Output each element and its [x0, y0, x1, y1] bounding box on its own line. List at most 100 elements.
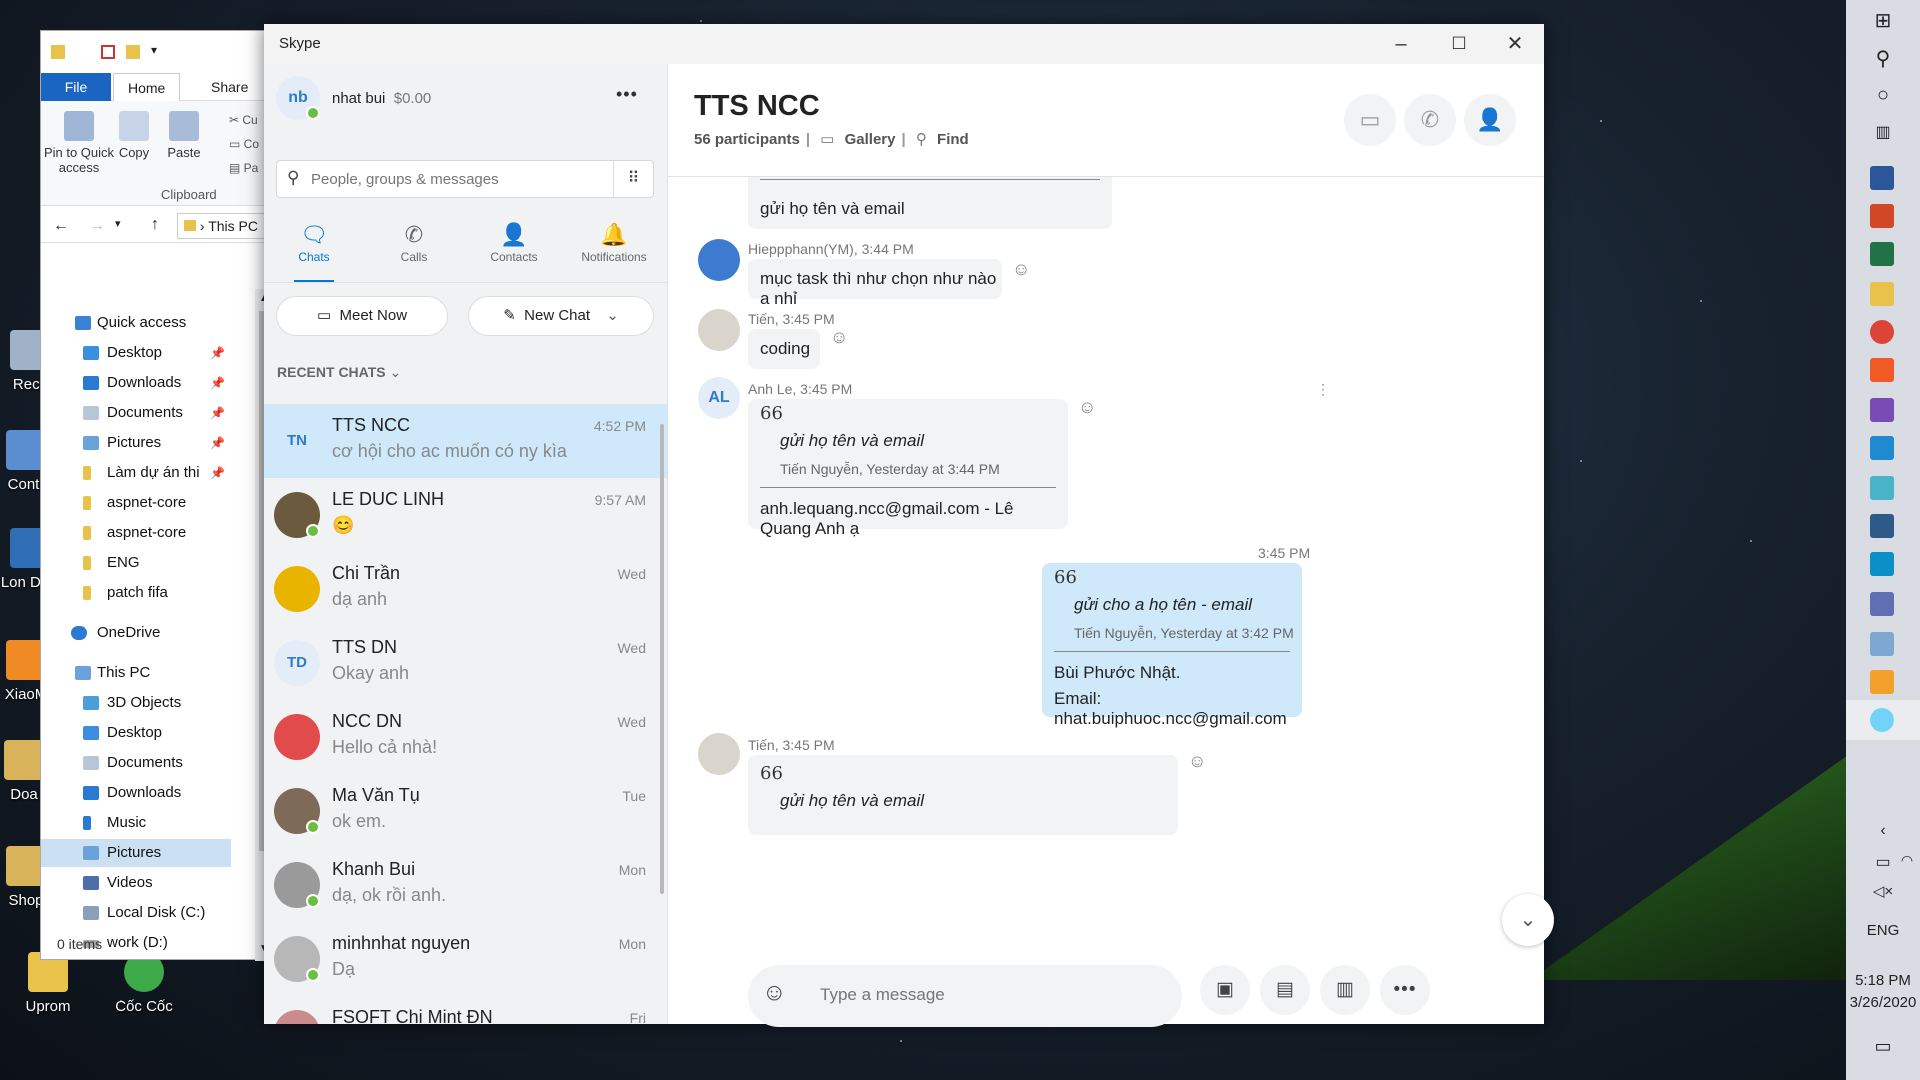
show-hidden-icons[interactable]: ‹ — [1846, 822, 1920, 840]
chat-list-item[interactable]: minhnhat nguyen Dạ Mon — [264, 922, 667, 996]
recent-locations-icon[interactable]: ▾ — [115, 217, 121, 230]
tree-item-folder[interactable]: aspnet-core — [41, 519, 231, 547]
maximize-button[interactable]: ☐ — [1430, 24, 1488, 64]
desktop-icon-coccoc[interactable]: Cốc Cốc — [104, 952, 184, 1015]
desktop-icon-uprom[interactable]: Uprom — [8, 952, 88, 1015]
tree-item-videos[interactable]: Videos — [41, 869, 231, 897]
search-icon[interactable]: ⚲ — [1846, 46, 1920, 71]
smile-icon[interactable]: ☺ — [1188, 751, 1206, 772]
sender-avatar[interactable]: AL — [698, 377, 740, 419]
more-options-icon[interactable]: ⋮ — [1316, 381, 1330, 398]
paste-shortcut-button[interactable]: ▤ Pa — [229, 161, 258, 175]
send-contact-button[interactable]: ▤ — [1260, 965, 1310, 1015]
close-button[interactable]: ✕ — [1486, 24, 1544, 64]
tree-item-local-disk[interactable]: Local Disk (C:) — [41, 899, 231, 927]
tree-item-documents[interactable]: Documents 📌 — [41, 399, 231, 427]
app-icon[interactable] — [1870, 592, 1894, 616]
tree-item-3d-objects[interactable]: 3D Objects — [41, 689, 231, 717]
tab-chats[interactable]: 🗨 Chats — [264, 220, 364, 282]
address-bar[interactable]: › This PC — [177, 213, 271, 239]
dialpad-icon[interactable]: ⠿ — [613, 161, 653, 197]
language-indicator[interactable]: ENG — [1846, 922, 1920, 939]
vscode-icon[interactable] — [1870, 436, 1894, 460]
chat-list-item[interactable]: LE DUC LINH 😊 9:57 AM — [264, 478, 667, 552]
tab-share[interactable]: Share — [197, 73, 262, 101]
message-composer[interactable]: ☺ — [748, 965, 1182, 1027]
chat-list-item[interactable]: TD TTS DN Okay anh Wed — [264, 626, 667, 700]
title-bar[interactable]: Skype – ☐ ✕ — [264, 24, 1544, 64]
tree-item-folder[interactable]: ENG — [41, 549, 231, 577]
chat-list-item[interactable]: Khanh Bui dạ, ok rồi anh. Mon — [264, 848, 667, 922]
powerpoint-icon[interactable] — [1870, 204, 1894, 228]
video-call-button[interactable]: ▭ — [1344, 94, 1396, 146]
file-explorer-icon[interactable] — [1870, 282, 1894, 306]
wifi-icon[interactable]: ◠ — [1870, 852, 1920, 869]
smile-icon[interactable]: ☺ — [1078, 397, 1096, 418]
conversation-title[interactable]: TTS NCC — [694, 90, 820, 123]
sender-avatar[interactable] — [698, 309, 740, 351]
more-actions-button[interactable]: ••• — [1380, 965, 1430, 1015]
action-center-icon[interactable]: ▭ — [1846, 1036, 1920, 1057]
chat-list-item[interactable]: Ma Văn Tụ ok em. Tue — [264, 774, 667, 848]
sharex-icon[interactable] — [1870, 476, 1894, 500]
volume-muted-icon[interactable]: ◁× — [1846, 882, 1920, 900]
tab-notifications[interactable]: 🔔 Notifications — [564, 220, 664, 264]
chrome-icon[interactable] — [1870, 320, 1894, 344]
skype-window[interactable]: Skype – ☐ ✕ nb nhat bui $0.00 ••• ⚲ ⠿ 🗨 … — [264, 24, 1554, 1027]
pin-to-quick-access-button[interactable]: Pin to Quick access — [43, 111, 115, 175]
tree-item-folder[interactable]: aspnet-core — [41, 489, 231, 517]
emoji-icon[interactable]: ☺ — [762, 979, 787, 1007]
paste-button[interactable]: Paste — [159, 111, 209, 160]
visual-studio-icon[interactable] — [1870, 398, 1894, 422]
forward-icon[interactable]: → — [89, 217, 105, 235]
tree-item-downloads[interactable]: Downloads — [41, 779, 231, 807]
tab-home[interactable]: Home — [113, 73, 181, 101]
scroll-to-bottom-button[interactable]: ⌄ — [1502, 894, 1554, 946]
message-bubble[interactable]: 66 gửi họ tên và email — [748, 755, 1178, 835]
message-bubble[interactable]: mục task thì như chọn như nào a nhỉ — [748, 259, 1002, 308]
tree-item-quick-access[interactable]: Quick access — [41, 309, 231, 337]
task-view-icon[interactable]: ▥ — [1846, 122, 1920, 142]
copy-button[interactable]: Copy — [109, 111, 159, 160]
brave-icon[interactable] — [1870, 358, 1894, 382]
tab-file[interactable]: File — [41, 73, 111, 101]
gallery-link[interactable]: Gallery — [845, 131, 896, 148]
tree-item-this-pc[interactable]: This PC — [41, 659, 231, 687]
chat-list-item[interactable]: TN TTS NCC cơ hội cho ac muốn có ny kìa 4:5… — [264, 404, 667, 478]
cut-button[interactable]: ✂ Cu — [229, 113, 258, 127]
message-bubble[interactable]: 66 gửi cho a họ tên - email Tiến Nguyễn,… — [1042, 563, 1302, 728]
start-button[interactable]: ⊞ — [1846, 8, 1920, 33]
poll-button[interactable]: ▥ — [1320, 965, 1370, 1015]
file-explorer-window[interactable]: ▾ File Home Share Pin to Quick access Co… — [40, 30, 271, 961]
more-options-button[interactable]: ••• — [616, 84, 638, 105]
word-icon[interactable] — [1870, 166, 1894, 190]
chat-list-item[interactable]: Chi Trần dạ anh Wed — [264, 552, 667, 626]
find-link[interactable]: Find — [937, 131, 969, 148]
chat-list-item[interactable]: FSOFT Chi Mint ĐNDạ ok chịFri — [264, 996, 667, 1024]
tab-contacts[interactable]: 👤 Contacts — [464, 220, 564, 264]
properties-icon[interactable] — [101, 45, 115, 59]
audio-call-button[interactable]: ✆ — [1404, 94, 1456, 146]
tree-item-pictures[interactable]: Pictures — [41, 839, 231, 867]
up-icon[interactable]: ↑ — [151, 216, 159, 234]
message-bubble[interactable]: coding — [748, 329, 820, 369]
back-icon[interactable]: ← — [53, 217, 69, 235]
tree-item-onedrive[interactable]: OneDrive — [41, 619, 231, 647]
sender-avatar[interactable] — [698, 239, 740, 281]
minimize-button[interactable]: – — [1372, 24, 1430, 64]
participants-link[interactable]: 56 participants — [694, 131, 800, 148]
chat-list-item[interactable]: NCC DN Hello cả nhà! Wed — [264, 700, 667, 774]
search-input[interactable] — [311, 167, 601, 191]
clock-time[interactable]: 5:18 PM — [1846, 972, 1920, 989]
tree-item-downloads[interactable]: Downloads 📌 — [41, 369, 231, 397]
smile-icon[interactable]: ☺ — [830, 327, 848, 348]
send-image-button[interactable]: ▣ — [1200, 965, 1250, 1015]
ssms-icon[interactable] — [1870, 514, 1894, 538]
add-people-button[interactable]: 👤 — [1464, 94, 1516, 146]
smile-icon[interactable]: ☺ — [1012, 259, 1030, 280]
search-box[interactable]: ⚲ ⠿ — [276, 160, 654, 198]
tree-item-folder[interactable]: Làm dự án thi 📌 — [41, 459, 231, 487]
message-bubble[interactable]: gửi họ tên và email — [748, 177, 1112, 229]
meet-now-button[interactable]: ▭ Meet Now — [276, 296, 448, 336]
tree-item-folder[interactable]: patch fifa — [41, 579, 231, 607]
